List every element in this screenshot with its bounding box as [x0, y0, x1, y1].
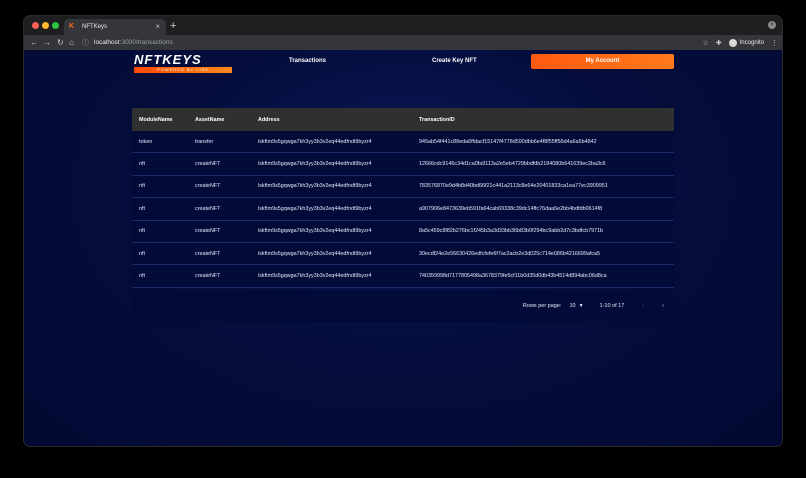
nav-create-key-nft[interactable]: Create Key NFT [432, 58, 477, 64]
cell-module: nft [139, 161, 145, 168]
logo-tagline: POWERED BY LISK [134, 67, 232, 73]
window-close-icon[interactable]: × [768, 21, 776, 29]
table-pagination: Rows per page: 10 ▼ 1-10 of 17 ‹ › [132, 290, 674, 322]
browser-window: K NFTKeys × + × ← → ↻ ⌂ ⓘ localhost :300… [24, 16, 782, 446]
cell-asset: createNFT [195, 161, 221, 168]
column-header-address[interactable]: Address [258, 117, 419, 123]
table-row[interactable]: nft createNFT lskftm9s5gqwga7kh3yy3b3v2e… [132, 153, 674, 176]
rows-per-page-select[interactable]: 10 ▼ [569, 303, 583, 309]
incognito-label: Incognito [739, 39, 764, 46]
caret-down-icon: ▼ [578, 303, 584, 309]
table-row[interactable]: nft createNFT lskftm9s5gqwga7kh3yy3b3v2e… [132, 198, 674, 221]
reload-icon[interactable]: ↻ [57, 37, 64, 48]
table-row[interactable]: nft createNFT lskftm9s5gqwga7kh3yy3b3v2e… [132, 220, 674, 243]
cell-module: nft [139, 228, 145, 235]
cell-address: lskftm9s5gqwga7kh3yy3b3v2eq44edfndt9byzr… [258, 205, 372, 212]
toolbar-actions: ☆ ✚ Incognito ⋮ [702, 37, 778, 48]
cell-address: lskftm9s5gqwga7kh3yy3b3v2eq44edfndt9byzr… [258, 183, 372, 190]
bookmark-star-icon[interactable]: ☆ [702, 39, 708, 47]
tab-title: NFTKeys [82, 24, 108, 30]
table-row[interactable]: nft createNFT lskftm9s5gqwga7kh3yy3b3v2e… [132, 265, 674, 288]
table-row[interactable]: token transfer lskftm9s5gqwga7kh3yy3b3v2… [132, 131, 674, 154]
cell-address: lskftm9s5gqwga7kh3yy3b3v2eq44edfndt9byzr… [258, 161, 372, 168]
column-header-transactionid[interactable]: TransactionID [419, 117, 674, 123]
cell-module: nft [139, 205, 145, 212]
cell-transaction-id: 783576870e9d4b8d40bd66f21c441a2113c8e64e… [419, 183, 608, 190]
cell-asset: createNFT [195, 273, 221, 280]
cell-transaction-id: 12666cdc9146c34d1ca0fa9113a2e5eb4729bbdf… [419, 161, 606, 168]
address-bar[interactable]: ⓘ localhost :3000/transactions [82, 37, 720, 48]
tab-bar: K NFTKeys × + × [24, 16, 782, 35]
nftkeys-logo[interactable]: NFTKEYS POWERED BY LISK [134, 53, 232, 73]
incognito-icon [728, 38, 737, 47]
browser-toolbar: ← → ↻ ⌂ ⓘ localhost :3000/transactions ☆… [24, 35, 782, 50]
browser-menu-icon[interactable]: ⋮ [771, 39, 778, 47]
cell-module: token [139, 138, 153, 145]
table-row[interactable]: nft createNFT lskftm9s5gqwga7kh3yy3b3v2e… [132, 175, 674, 199]
maximize-window-dot[interactable] [52, 22, 59, 29]
minimize-window-dot[interactable] [42, 22, 49, 29]
cell-transaction-id: 945ab54f441c88eda6ffdacf15147f4778d590db… [419, 138, 597, 145]
page-content: NFTKEYS POWERED BY LISK Transactions Cre… [24, 50, 782, 446]
table-header: ModuleName AssetName Address Transaction… [132, 108, 674, 131]
column-header-modulename[interactable]: ModuleName [132, 117, 195, 123]
home-icon[interactable]: ⌂ [69, 37, 74, 48]
forward-arrow-icon[interactable]: → [43, 37, 51, 48]
cell-transaction-id: 8a5c459c8f82b276bc1f245b3a3d33bb36b83b0f… [419, 228, 604, 235]
transactions-table: ModuleName AssetName Address Transaction… [132, 108, 674, 288]
cell-module: nft [139, 183, 145, 190]
cell-address: lskftm9s5gqwga7kh3yy3b3v2eq44edfndt9byzr… [258, 228, 372, 235]
new-tab-button[interactable]: + [170, 19, 176, 33]
cell-address: lskftm9s5gqwga7kh3yy3b3v2eq44edfndt9byzr… [258, 138, 372, 145]
incognito-indicator[interactable]: Incognito [728, 38, 764, 47]
cell-address: lskftm9s5gqwga7kh3yy3b3v2eq44edfndt9byzr… [258, 250, 372, 257]
close-window-dot[interactable] [32, 22, 39, 29]
extensions-puzzle-icon[interactable]: ✚ [716, 39, 722, 47]
url-path: :3000/transactions [119, 39, 173, 46]
back-arrow-icon[interactable]: ← [30, 37, 38, 48]
url-host: localhost [94, 39, 120, 46]
previous-page-button[interactable]: ‹ [642, 303, 644, 309]
table-row[interactable]: nft createNFT lskftm9s5gqwga7kh3yy3b3v2e… [132, 242, 674, 266]
nav-transactions[interactable]: Transactions [289, 58, 326, 64]
cell-asset: transfer [195, 138, 214, 145]
browser-tab[interactable]: K NFTKeys × [64, 19, 166, 35]
cell-address: lskftm9s5gqwga7kh3yy3b3v2eq44edfndt9byzr… [258, 273, 372, 280]
page-range: 1-10 of 17 [599, 303, 625, 309]
rows-per-page-value: 10 [569, 303, 576, 309]
tab-close-icon[interactable]: × [155, 23, 160, 31]
cell-transaction-id: a907906e8473639eb591fa64cab69338c39dc14f… [419, 205, 603, 212]
cell-asset: createNFT [195, 228, 221, 235]
cell-transaction-id: 30ecdf24e2e56630426edfcfefe6f7ac2acb2e3d… [419, 250, 601, 257]
cell-asset: createNFT [195, 250, 221, 257]
cell-module: nft [139, 273, 145, 280]
column-header-assetname[interactable]: AssetName [195, 117, 258, 123]
logo-wordmark: NFTKEYS [134, 52, 202, 67]
my-account-button[interactable]: My Account [531, 54, 674, 69]
cell-asset: createNFT [195, 183, 221, 190]
site-info-icon[interactable]: ⓘ [82, 38, 89, 48]
nftkeys-favicon-icon: K [69, 23, 75, 30]
cell-transaction-id: 740359998d7177805498a3678379fe5cf11b0d35… [419, 273, 607, 280]
next-page-button[interactable]: › [662, 303, 664, 309]
cell-module: nft [139, 250, 145, 257]
cell-asset: createNFT [195, 205, 221, 212]
rows-per-page-label: Rows per page: [522, 303, 562, 309]
